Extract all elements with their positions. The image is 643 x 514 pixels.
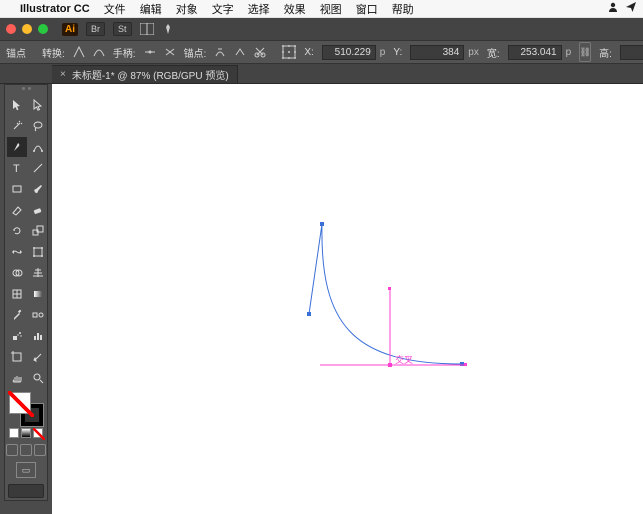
menu-select[interactable]: 选择 [248,1,270,17]
gpu-rocket-icon[interactable] [162,23,174,35]
document-tabstrip: × 未标题-1* @ 87% (RGB/GPU 预览) [0,64,643,84]
selection-tool[interactable] [7,95,27,115]
document-tab-title: 未标题-1* @ 87% (RGB/GPU 预览) [72,67,229,82]
document-tab[interactable]: × 未标题-1* @ 87% (RGB/GPU 预览) [52,65,238,83]
bridge-button[interactable]: Br [86,22,105,36]
handles-hide-icon[interactable] [164,45,176,59]
tray-user-icon[interactable] [607,1,619,16]
zoom-tool[interactable] [28,368,48,388]
hand-tool[interactable] [7,368,27,388]
menu-edit[interactable]: 编辑 [140,1,162,17]
direct-selection-tool[interactable] [28,95,48,115]
link-wh-icon[interactable]: ⛓ [579,42,591,62]
anchors-label: 锚点: [184,45,207,60]
x-label: X: [304,47,313,58]
curvature-tool[interactable] [28,137,48,157]
eraser-tool[interactable] [28,200,48,220]
shaper-tool[interactable] [7,200,27,220]
artboard-tool[interactable] [7,347,27,367]
smartguide-label: 交叉 [395,354,413,365]
artwork: 交叉 [52,84,643,514]
edit-toolbar-button[interactable] [8,484,44,498]
menu-tray [607,1,637,16]
menu-type[interactable]: 文字 [212,1,234,17]
magic-wand-tool[interactable] [7,116,27,136]
close-tab-icon[interactable]: × [60,69,66,80]
y-field[interactable]: 384 [410,45,464,60]
zoom-window-button[interactable] [38,24,48,34]
eyedropper-tool[interactable] [7,305,27,325]
close-window-button[interactable] [6,24,16,34]
app-menu[interactable]: Illustrator CC [20,3,90,15]
handles-show-icon[interactable] [144,45,156,59]
x-field[interactable]: 510.229 [322,45,376,60]
y-unit: px [468,47,479,58]
toolbox: T [4,84,48,501]
type-tool[interactable]: T [7,158,27,178]
fill-swatch[interactable] [9,392,31,414]
symbol-sprayer-tool[interactable] [7,326,27,346]
convert-corner-icon[interactable] [73,45,85,59]
screen-mode-button[interactable]: ▭ [16,462,36,478]
convert-label: 转换: [42,45,65,60]
arrange-docs-icon[interactable] [140,23,154,35]
reference-point-icon[interactable] [282,45,296,59]
draw-normal-button[interactable] [6,444,18,456]
draw-behind-button[interactable] [20,444,32,456]
stock-button[interactable]: St [113,22,132,36]
y-label: Y: [393,47,402,58]
x-unit: p [380,47,386,58]
w-unit: p [566,47,572,58]
panel-grip[interactable] [7,87,45,93]
convert-smooth-icon[interactable] [93,45,105,59]
connect-anchor-icon[interactable] [234,45,246,59]
paintbrush-tool[interactable] [28,179,48,199]
pen-tool[interactable] [7,137,27,157]
minimize-window-button[interactable] [22,24,32,34]
column-graph-tool[interactable] [28,326,48,346]
free-transform-tool[interactable] [28,242,48,262]
tray-paperplane-icon[interactable] [625,1,637,16]
mesh-tool[interactable] [7,284,27,304]
macos-menu-bar: Illustrator CC 文件 编辑 对象 文字 选择 效果 视图 窗口 帮… [0,0,643,18]
h-label: 高: [599,45,612,60]
anchor-point-label: 锚点 [6,45,26,60]
shape-builder-tool[interactable] [7,263,27,283]
canvas[interactable]: 交叉 [52,84,643,514]
workspace: 交叉 T [0,84,643,514]
rectangle-tool[interactable] [7,179,27,199]
menu-effect[interactable]: 效果 [284,1,306,17]
app-titlebar: Ai Br St [0,18,643,40]
lasso-tool[interactable] [28,116,48,136]
h-field[interactable]: 249.5 [620,45,643,60]
menu-window[interactable]: 窗口 [356,1,378,17]
menu-object[interactable]: 对象 [176,1,198,17]
none-mode-button[interactable] [33,428,43,438]
w-field[interactable]: 253.041 [508,45,562,60]
scale-tool[interactable] [28,221,48,241]
line-tool[interactable] [28,158,48,178]
remove-anchor-icon[interactable] [214,45,226,59]
handles-label: 手柄: [113,45,136,60]
window-controls [6,24,48,34]
svg-text:T: T [13,163,20,175]
width-tool[interactable] [7,242,27,262]
gradient-tool[interactable] [28,284,48,304]
menu-file[interactable]: 文件 [104,1,126,17]
menu-help[interactable]: 帮助 [392,1,414,17]
slice-tool[interactable] [28,347,48,367]
perspective-grid-tool[interactable] [28,263,48,283]
ai-home-button[interactable]: Ai [62,23,78,36]
menu-view[interactable]: 视图 [320,1,342,17]
color-swatches: ▭ [7,392,45,498]
blend-tool[interactable] [28,305,48,325]
draw-inside-button[interactable] [34,444,46,456]
rotate-tool[interactable] [7,221,27,241]
w-label: 宽: [487,45,500,60]
cut-path-icon[interactable] [254,45,266,59]
options-bar: 锚点 转换: 手柄: 锚点: X: 510.229 p Y: 384 px 宽:… [0,40,643,64]
